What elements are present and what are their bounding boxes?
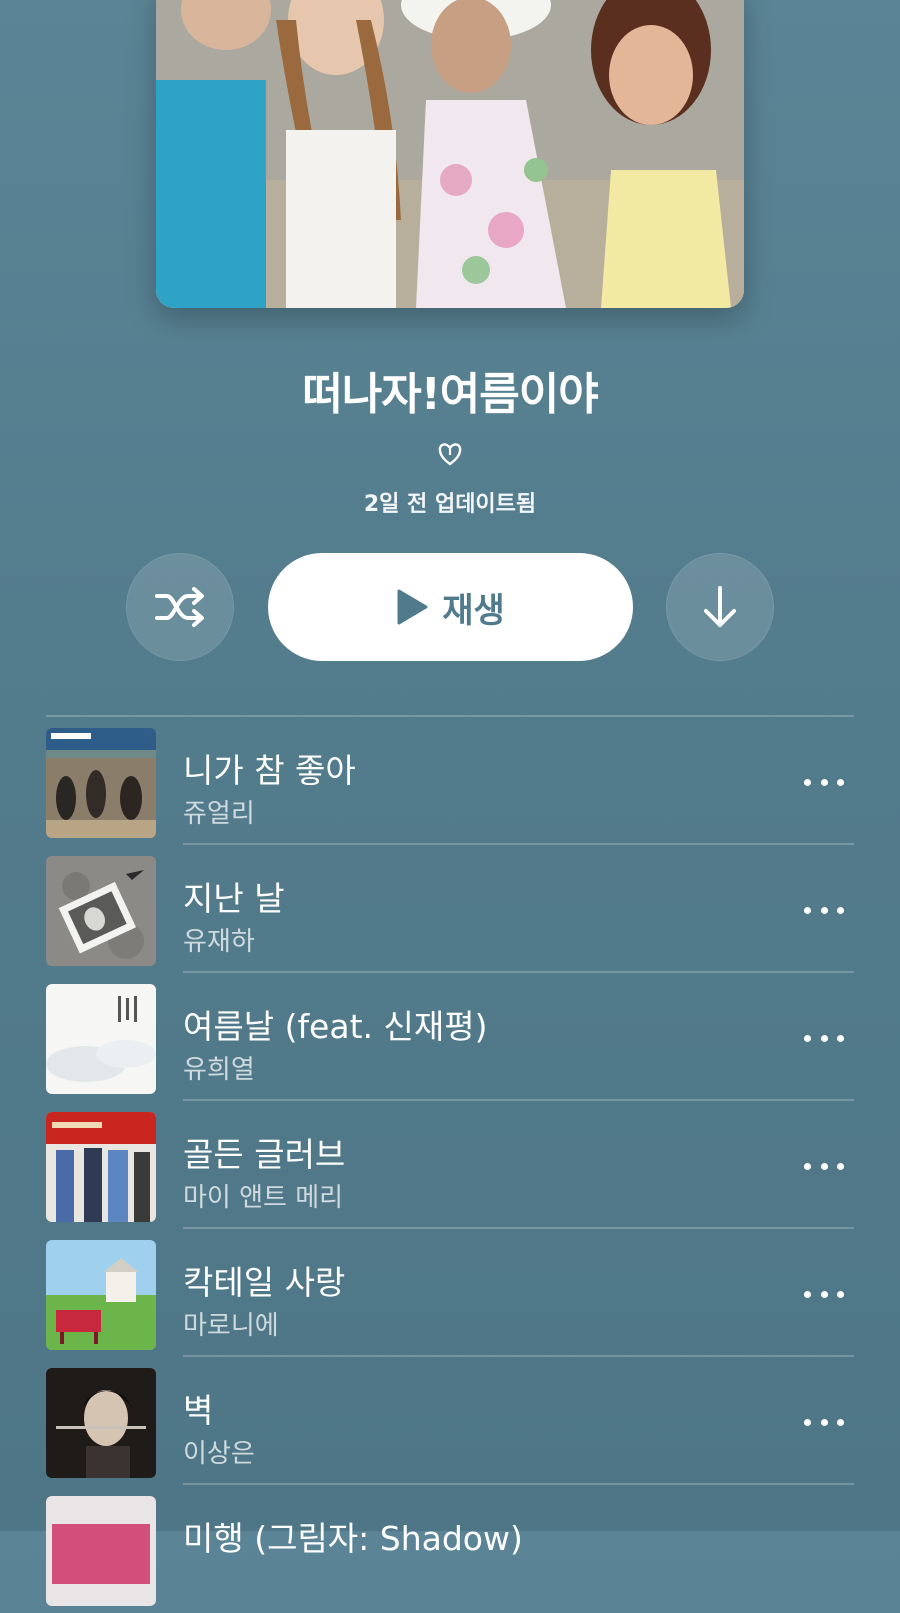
playlist-title: 떠나자!여름이야 [302,369,598,420]
more-options-icon[interactable] [804,900,844,920]
shuffle-button[interactable] [126,553,234,661]
more-options-icon[interactable] [804,772,844,792]
track-list: 니가 참 좋아 쥬얼리 지난 날 유재하 여름날 (feat. 신재평) 유희열… [46,715,854,1613]
updated-status: 2일 전 업데이트됨 [363,492,537,517]
track-title: 골든 글러브 [183,1135,346,1174]
album-art [46,1240,156,1350]
track-artist: 마로니에 [183,1311,279,1341]
playlist-cover-art [156,0,744,308]
album-art [46,856,156,966]
track-title: 벽 [183,1391,214,1430]
album-art [46,1368,156,1478]
album-art [46,1496,156,1606]
more-options-icon[interactable] [804,1156,844,1176]
track-artist: 쥬얼리 [183,799,255,829]
album-art [46,1112,156,1222]
more-options-icon[interactable] [804,1284,844,1304]
track-title: 지난 날 [183,879,285,918]
track-row[interactable]: 여름날 (feat. 신재평) 유희열 [46,973,854,1101]
track-title: 칵테일 사랑 [183,1263,346,1302]
track-title: 미행 (그림자: Shadow) [183,1519,523,1558]
track-row[interactable]: 칵테일 사랑 마로니에 [46,1229,854,1357]
more-options-icon[interactable] [804,1028,844,1048]
track-row[interactable]: 니가 참 좋아 쥬얼리 [46,717,854,845]
download-icon [704,586,736,627]
track-row[interactable]: 골든 글러브 마이 앤트 메리 [46,1101,854,1229]
track-row[interactable]: 지난 날 유재하 [46,845,854,973]
album-art [46,984,156,1094]
track-artist: 유희열 [183,1055,255,1085]
track-artist: 이상은 [183,1439,255,1469]
track-title: 니가 참 좋아 [183,751,356,790]
play-button[interactable]: 재생 [268,553,633,661]
more-options-icon[interactable] [804,1412,844,1432]
download-button[interactable] [666,553,774,661]
track-row[interactable]: 미행 (그림자: Shadow) [46,1485,854,1613]
play-icon [397,589,428,625]
track-row[interactable]: 벽 이상은 [46,1357,854,1485]
track-artist: 유재하 [183,927,255,957]
track-artist: 마이 앤트 메리 [183,1183,344,1213]
shuffle-icon [155,587,204,627]
play-label: 재생 [442,590,505,631]
album-art [46,728,156,838]
curator-heart-icon[interactable] [436,440,464,468]
track-title: 여름날 (feat. 신재평) [183,1007,488,1046]
